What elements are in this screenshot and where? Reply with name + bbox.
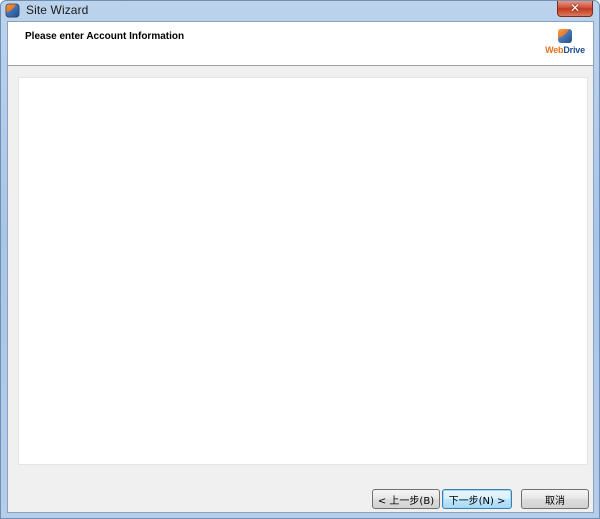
webdrive-logo-icon — [557, 28, 573, 44]
window-title: Site Wizard — [26, 3, 89, 17]
site-wizard-window: Site Wizard ✕ Please enter Account Infor… — [0, 0, 600, 519]
close-button[interactable]: ✕ — [557, 1, 593, 17]
account-info-panel — [18, 77, 588, 465]
webdrive-logo: WebDrive — [543, 28, 587, 62]
back-button[interactable]: < 上一步(B) — [372, 489, 440, 509]
page-title: Please enter Account Information — [25, 31, 185, 42]
title-bar[interactable]: Site Wizard ✕ — [1, 1, 599, 19]
wizard-button-bar: < 上一步(B) 下一步(N) > 取消 — [8, 489, 593, 509]
cancel-button[interactable]: 取消 — [521, 489, 589, 509]
webdrive-app-icon — [5, 3, 20, 18]
wizard-header: Please enter Account Information WebDriv… — [8, 22, 593, 66]
wizard-client-area: Please enter Account Information WebDriv… — [7, 21, 594, 513]
logo-text: WebDrive — [545, 45, 585, 55]
close-icon: ✕ — [569, 1, 581, 15]
next-button[interactable]: 下一步(N) > — [442, 489, 512, 509]
